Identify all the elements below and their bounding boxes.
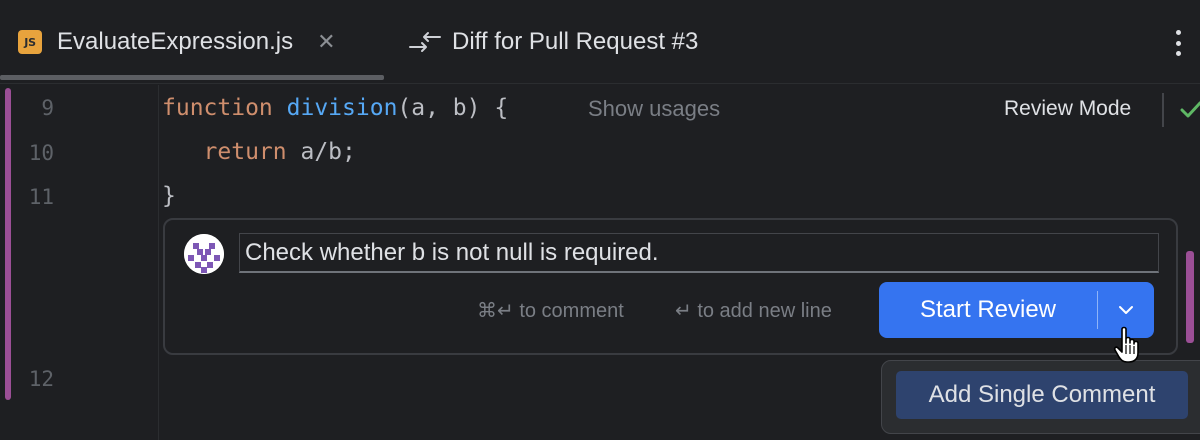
line-number: 9 — [41, 96, 54, 120]
gutter-divider — [158, 85, 159, 440]
check-icon[interactable] — [1180, 99, 1200, 121]
tab-label: Diff for Pull Request #3 — [452, 28, 699, 55]
code-text: } — [162, 183, 176, 209]
change-marker-right[interactable] — [1186, 251, 1194, 343]
code-line: } — [162, 183, 176, 209]
code-line: return a/b; — [162, 139, 356, 165]
code-keyword: return — [203, 139, 287, 165]
review-comment-box: ⌘↵ to comment ↵ to add new line Start Re… — [163, 218, 1178, 355]
new-line-shortcut-hint: ↵ to add new line — [675, 300, 832, 322]
code-line: function division(a, b) { — [162, 95, 508, 121]
close-icon[interactable]: ✕ — [317, 30, 335, 55]
tab-evaluate-expression[interactable]: JS EvaluateExpression.js ✕ — [18, 0, 336, 84]
change-marker[interactable] — [5, 88, 11, 400]
code-keyword: function — [162, 95, 273, 121]
toolbar-divider — [1162, 93, 1164, 127]
code-text: (a, b) { — [397, 95, 509, 121]
add-single-comment-item[interactable]: Add Single Comment — [896, 371, 1188, 419]
show-usages-hint[interactable]: Show usages — [588, 96, 720, 122]
tab-label: EvaluateExpression.js — [57, 28, 294, 55]
line-number: 10 — [28, 141, 54, 165]
comment-input[interactable] — [239, 233, 1159, 273]
line-number: 12 — [28, 367, 54, 391]
code-text: a/b; — [286, 139, 356, 165]
line-number: 11 — [28, 185, 54, 209]
review-mode-button[interactable]: Review Mode — [1004, 97, 1131, 121]
start-review-label: Start Review — [919, 296, 1057, 323]
editor-tab-bar: JS EvaluateExpression.js ✕ Diff for Pull… — [0, 0, 1200, 84]
code-function-name: division — [286, 95, 398, 121]
js-file-icon: JS — [18, 30, 42, 54]
hand-pointer-icon — [1113, 326, 1139, 363]
avatar — [184, 234, 224, 274]
tab-diff-pull-request[interactable]: Diff for Pull Request #3 — [408, 0, 698, 84]
more-options-icon[interactable] — [1168, 28, 1188, 58]
tab-scrollbar[interactable] — [0, 75, 384, 80]
review-options-popup: Add Single Comment — [881, 360, 1200, 434]
comment-shortcut-hint: ⌘↵ to comment — [477, 300, 624, 322]
diff-icon — [409, 32, 441, 52]
